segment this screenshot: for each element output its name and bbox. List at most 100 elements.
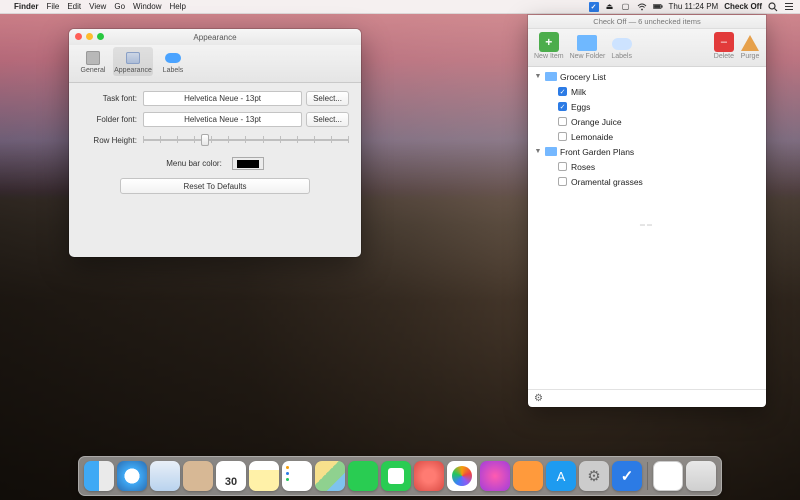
purge-button[interactable]: Purge: [740, 32, 760, 60]
task-item[interactable]: Lemonaide: [528, 129, 766, 144]
window-close-button[interactable]: [75, 33, 82, 40]
gear-icon[interactable]: ⚙: [534, 393, 543, 404]
window-title: Appearance: [193, 33, 236, 42]
folder-icon: [545, 147, 557, 156]
window-minimize-button[interactable]: [86, 33, 93, 40]
dock-mail[interactable]: [150, 461, 180, 491]
menu-file[interactable]: File: [46, 2, 59, 11]
task-item[interactable]: ✓ Eggs: [528, 99, 766, 114]
dock-separator: [647, 462, 648, 490]
eject-icon[interactable]: ⏏: [605, 2, 615, 12]
color-swatch: [237, 160, 259, 168]
dock-messages[interactable]: [348, 461, 378, 491]
dock-itunes[interactable]: [480, 461, 510, 491]
task-font-select-button[interactable]: Select...: [306, 91, 349, 106]
task-checkbox[interactable]: [558, 177, 567, 186]
task-font-field: Helvetica Neue - 13pt: [143, 91, 302, 106]
dock-document[interactable]: [653, 461, 683, 491]
dock-appstore[interactable]: [546, 461, 576, 491]
dock-finder[interactable]: [84, 461, 114, 491]
dock-safari[interactable]: [117, 461, 147, 491]
folder-name: Grocery List: [560, 72, 606, 82]
wifi-icon[interactable]: [637, 2, 647, 12]
folder-font-label: Folder font:: [81, 115, 143, 124]
menubar-color-well[interactable]: [232, 157, 264, 170]
task-label: Roses: [571, 162, 595, 172]
dock-maps[interactable]: [315, 461, 345, 491]
dock-checkoff[interactable]: [612, 461, 642, 491]
task-tree[interactable]: ▼ Grocery List ✓ Milk ✓ Eggs Orange Juice Lemon…: [528, 67, 766, 238]
general-icon: [86, 51, 100, 65]
dock: [78, 456, 722, 496]
menu-view[interactable]: View: [89, 2, 106, 11]
slider-knob[interactable]: [201, 134, 209, 146]
task-checkbox[interactable]: ✓: [558, 102, 567, 111]
menubar: Finder File Edit View Go Window Help ✓ ⏏…: [0, 0, 800, 14]
row-height-slider[interactable]: [143, 133, 349, 147]
task-item[interactable]: ✓ Milk: [528, 84, 766, 99]
dock-notes[interactable]: [249, 461, 279, 491]
dock-calendar[interactable]: [216, 461, 246, 491]
checkoff-menubar-icon[interactable]: ✓: [589, 2, 599, 12]
prefs-toolbar: General Appearance Labels: [69, 45, 361, 83]
window-zoom-button[interactable]: [97, 33, 104, 40]
dock-contacts[interactable]: [183, 461, 213, 491]
tab-appearance-label: Appearance: [113, 67, 153, 74]
appearance-icon: [126, 52, 140, 64]
dock-system-preferences[interactable]: [579, 461, 609, 491]
task-checkbox[interactable]: [558, 117, 567, 126]
folder-plus-icon: [577, 35, 597, 51]
dock-reminders[interactable]: [282, 461, 312, 491]
window-titlebar[interactable]: Appearance: [69, 29, 361, 45]
plus-icon: +: [539, 32, 559, 52]
menubar-clock[interactable]: Thu 11:24 PM: [669, 2, 719, 11]
menu-edit[interactable]: Edit: [67, 2, 81, 11]
labels-button[interactable]: Labels: [611, 32, 632, 60]
disclosure-triangle-icon[interactable]: ▼: [534, 73, 542, 80]
resize-grip[interactable]: ══: [528, 222, 766, 389]
delete-icon: –: [714, 32, 734, 52]
new-item-button[interactable]: + New Item: [534, 32, 564, 60]
folder-font-select-button[interactable]: Select...: [306, 112, 349, 127]
dock-photobooth[interactable]: [414, 461, 444, 491]
labels-pill-icon: [612, 38, 632, 50]
task-font-label: Task font:: [81, 94, 143, 103]
tab-general-label: General: [73, 67, 113, 74]
tab-labels[interactable]: Labels: [153, 47, 193, 76]
tab-appearance[interactable]: Appearance: [113, 47, 153, 76]
task-label: Milk: [571, 87, 586, 97]
task-item[interactable]: Orange Juice: [528, 114, 766, 129]
folder-row[interactable]: ▼ Grocery List: [528, 69, 766, 84]
task-item[interactable]: Roses: [528, 159, 766, 174]
task-label: Orange Juice: [571, 117, 622, 127]
spotlight-icon[interactable]: [768, 2, 778, 12]
tab-general[interactable]: General: [73, 47, 113, 76]
new-folder-button[interactable]: New Folder: [570, 32, 606, 60]
purge-icon: [741, 35, 759, 51]
new-item-label: New Item: [534, 53, 564, 60]
menu-help[interactable]: Help: [169, 2, 185, 11]
folder-row[interactable]: ▼Front Garden Plans: [528, 144, 766, 159]
reset-defaults-button[interactable]: Reset To Defaults: [120, 178, 310, 194]
task-checkbox[interactable]: [558, 132, 567, 141]
task-checkbox[interactable]: [558, 162, 567, 171]
dock-trash[interactable]: [686, 461, 716, 491]
delete-label: Delete: [714, 53, 734, 60]
dock-photos[interactable]: [447, 461, 477, 491]
dock-facetime[interactable]: [381, 461, 411, 491]
battery-icon[interactable]: [653, 2, 663, 12]
menu-window[interactable]: Window: [133, 2, 161, 11]
folder-font-field: Helvetica Neue - 13pt: [143, 112, 302, 127]
notification-center-icon[interactable]: [784, 2, 794, 12]
disclosure-triangle-icon[interactable]: ▼: [534, 148, 542, 155]
menu-go[interactable]: Go: [114, 2, 125, 11]
dock-ibooks[interactable]: [513, 461, 543, 491]
task-checkbox[interactable]: ✓: [558, 87, 567, 96]
menubar-color-label: Menu bar color:: [166, 159, 222, 168]
airplay-icon[interactable]: ▢: [621, 2, 631, 12]
task-label: Eggs: [571, 102, 590, 112]
app-menu[interactable]: Finder: [14, 2, 38, 11]
delete-button[interactable]: – Delete: [714, 32, 734, 60]
task-item[interactable]: Oramental grasses: [528, 174, 766, 189]
menubar-checkoff-label[interactable]: Check Off: [724, 2, 762, 11]
